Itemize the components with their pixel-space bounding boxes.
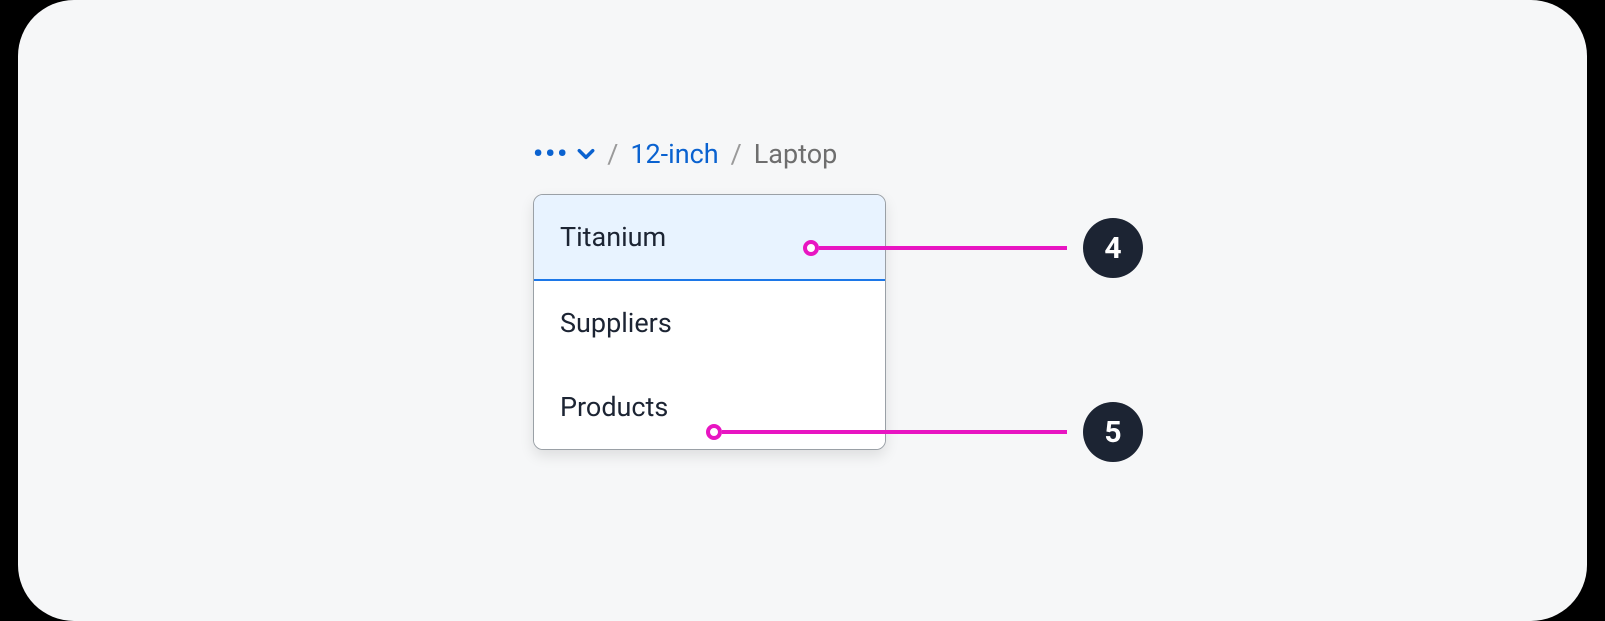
dropdown-item-label: Titanium — [560, 221, 666, 253]
example-canvas: ••• / 12-inch / Laptop Titanium Supplier… — [18, 0, 1587, 621]
annotation-callout-5: 5 — [706, 402, 1143, 462]
annotation-number: 5 — [1104, 415, 1121, 450]
chevron-down-icon — [577, 145, 595, 163]
breadcrumb-link-12-inch[interactable]: 12-inch — [630, 138, 718, 170]
breadcrumb-overflow-trigger[interactable]: ••• — [533, 140, 595, 168]
breadcrumb-current: Laptop — [754, 138, 838, 170]
dropdown-item-suppliers[interactable]: Suppliers — [534, 281, 885, 365]
annotation-badge: 5 — [1083, 402, 1143, 462]
breadcrumb: ••• / 12-inch / Laptop — [533, 138, 1233, 170]
dropdown-item-label: Products — [560, 391, 668, 423]
ellipsis-icon: ••• — [533, 140, 569, 168]
annotation-number: 4 — [1104, 231, 1121, 266]
annotation-pin-icon — [706, 424, 722, 440]
annotation-pin-icon — [803, 240, 819, 256]
annotation-line — [819, 246, 1067, 250]
breadcrumb-separator: / — [601, 138, 624, 170]
breadcrumb-separator: / — [725, 138, 748, 170]
dropdown-item-label: Suppliers — [560, 307, 672, 339]
annotation-callout-4: 4 — [803, 218, 1143, 278]
annotation-badge: 4 — [1083, 218, 1143, 278]
annotation-line — [722, 430, 1067, 434]
